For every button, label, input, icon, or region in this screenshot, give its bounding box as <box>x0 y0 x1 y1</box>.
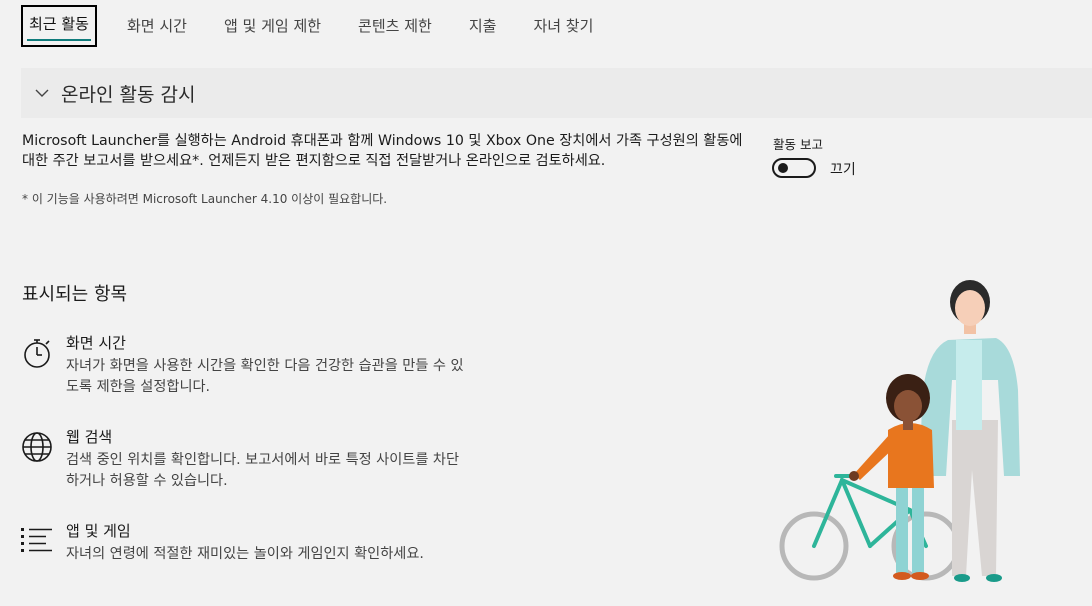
tab-recent-activity[interactable]: 최근 활동 <box>21 5 97 47</box>
tab-app-game-limits[interactable]: 앱 및 게임 제한 <box>224 7 321 45</box>
globe-icon <box>22 432 52 462</box>
tab-content-restrictions[interactable]: 콘텐츠 제한 <box>358 7 432 45</box>
item-title: 앱 및 게임 <box>66 522 131 540</box>
section-description: Microsoft Launcher를 실행하는 Android 휴대폰과 함께… <box>22 133 743 169</box>
item-title: 웹 검색 <box>66 428 113 446</box>
requirement-note: * 이 기능을 사용하려면 Microsoft Launcher 4.10 이상… <box>22 192 388 206</box>
tab-find-child[interactable]: 자녀 찾기 <box>533 7 593 45</box>
activity-report-toggle[interactable] <box>772 158 816 178</box>
item-text: 자녀의 연령에 적절한 재미있는 놀이와 게임인지 확인하세요. <box>66 546 424 562</box>
item-text: 자녀가 화면을 사용한 시간을 확인한 다음 건강한 습관을 만들 수 있도록 … <box>66 358 464 395</box>
item-title: 화면 시간 <box>66 334 126 352</box>
tab-bar: 최근 활동 화면 시간 앱 및 게임 제한 콘텐츠 제한 지출 자녀 찾기 <box>21 5 630 47</box>
tab-screen-time[interactable]: 화면 시간 <box>127 7 187 45</box>
activity-report-label: 활동 보고 <box>773 137 823 152</box>
toggle-knob <box>778 163 788 173</box>
tab-spending[interactable]: 지출 <box>469 7 497 45</box>
list-icon <box>21 528 52 552</box>
chevron-down-icon <box>35 89 49 97</box>
family-illustration <box>779 280 1020 582</box>
toggle-state-label: 끄기 <box>830 162 856 178</box>
section-title: 온라인 활동 감시 <box>61 83 196 106</box>
list-item-screen-time: 화면 시간 자녀가 화면을 사용한 시간을 확인한 다음 건강한 습관을 만들 … <box>20 332 480 402</box>
stopwatch-icon <box>24 339 50 368</box>
shown-items-title: 표시되는 항목 <box>22 284 128 305</box>
section-header-online-activity[interactable]: 온라인 활동 감시 <box>21 68 1092 118</box>
list-item-web-search: 웹 검색 검색 중인 위치를 확인합니다. 보고서에서 바로 특정 사이트를 차… <box>20 426 480 496</box>
list-item-apps-games: 앱 및 게임 자녀의 연령에 적절한 재미있는 놀이와 게임인지 확인하세요. <box>20 520 480 580</box>
item-text: 검색 중인 위치를 확인합니다. 보고서에서 바로 특정 사이트를 차단하거나 … <box>66 452 460 489</box>
